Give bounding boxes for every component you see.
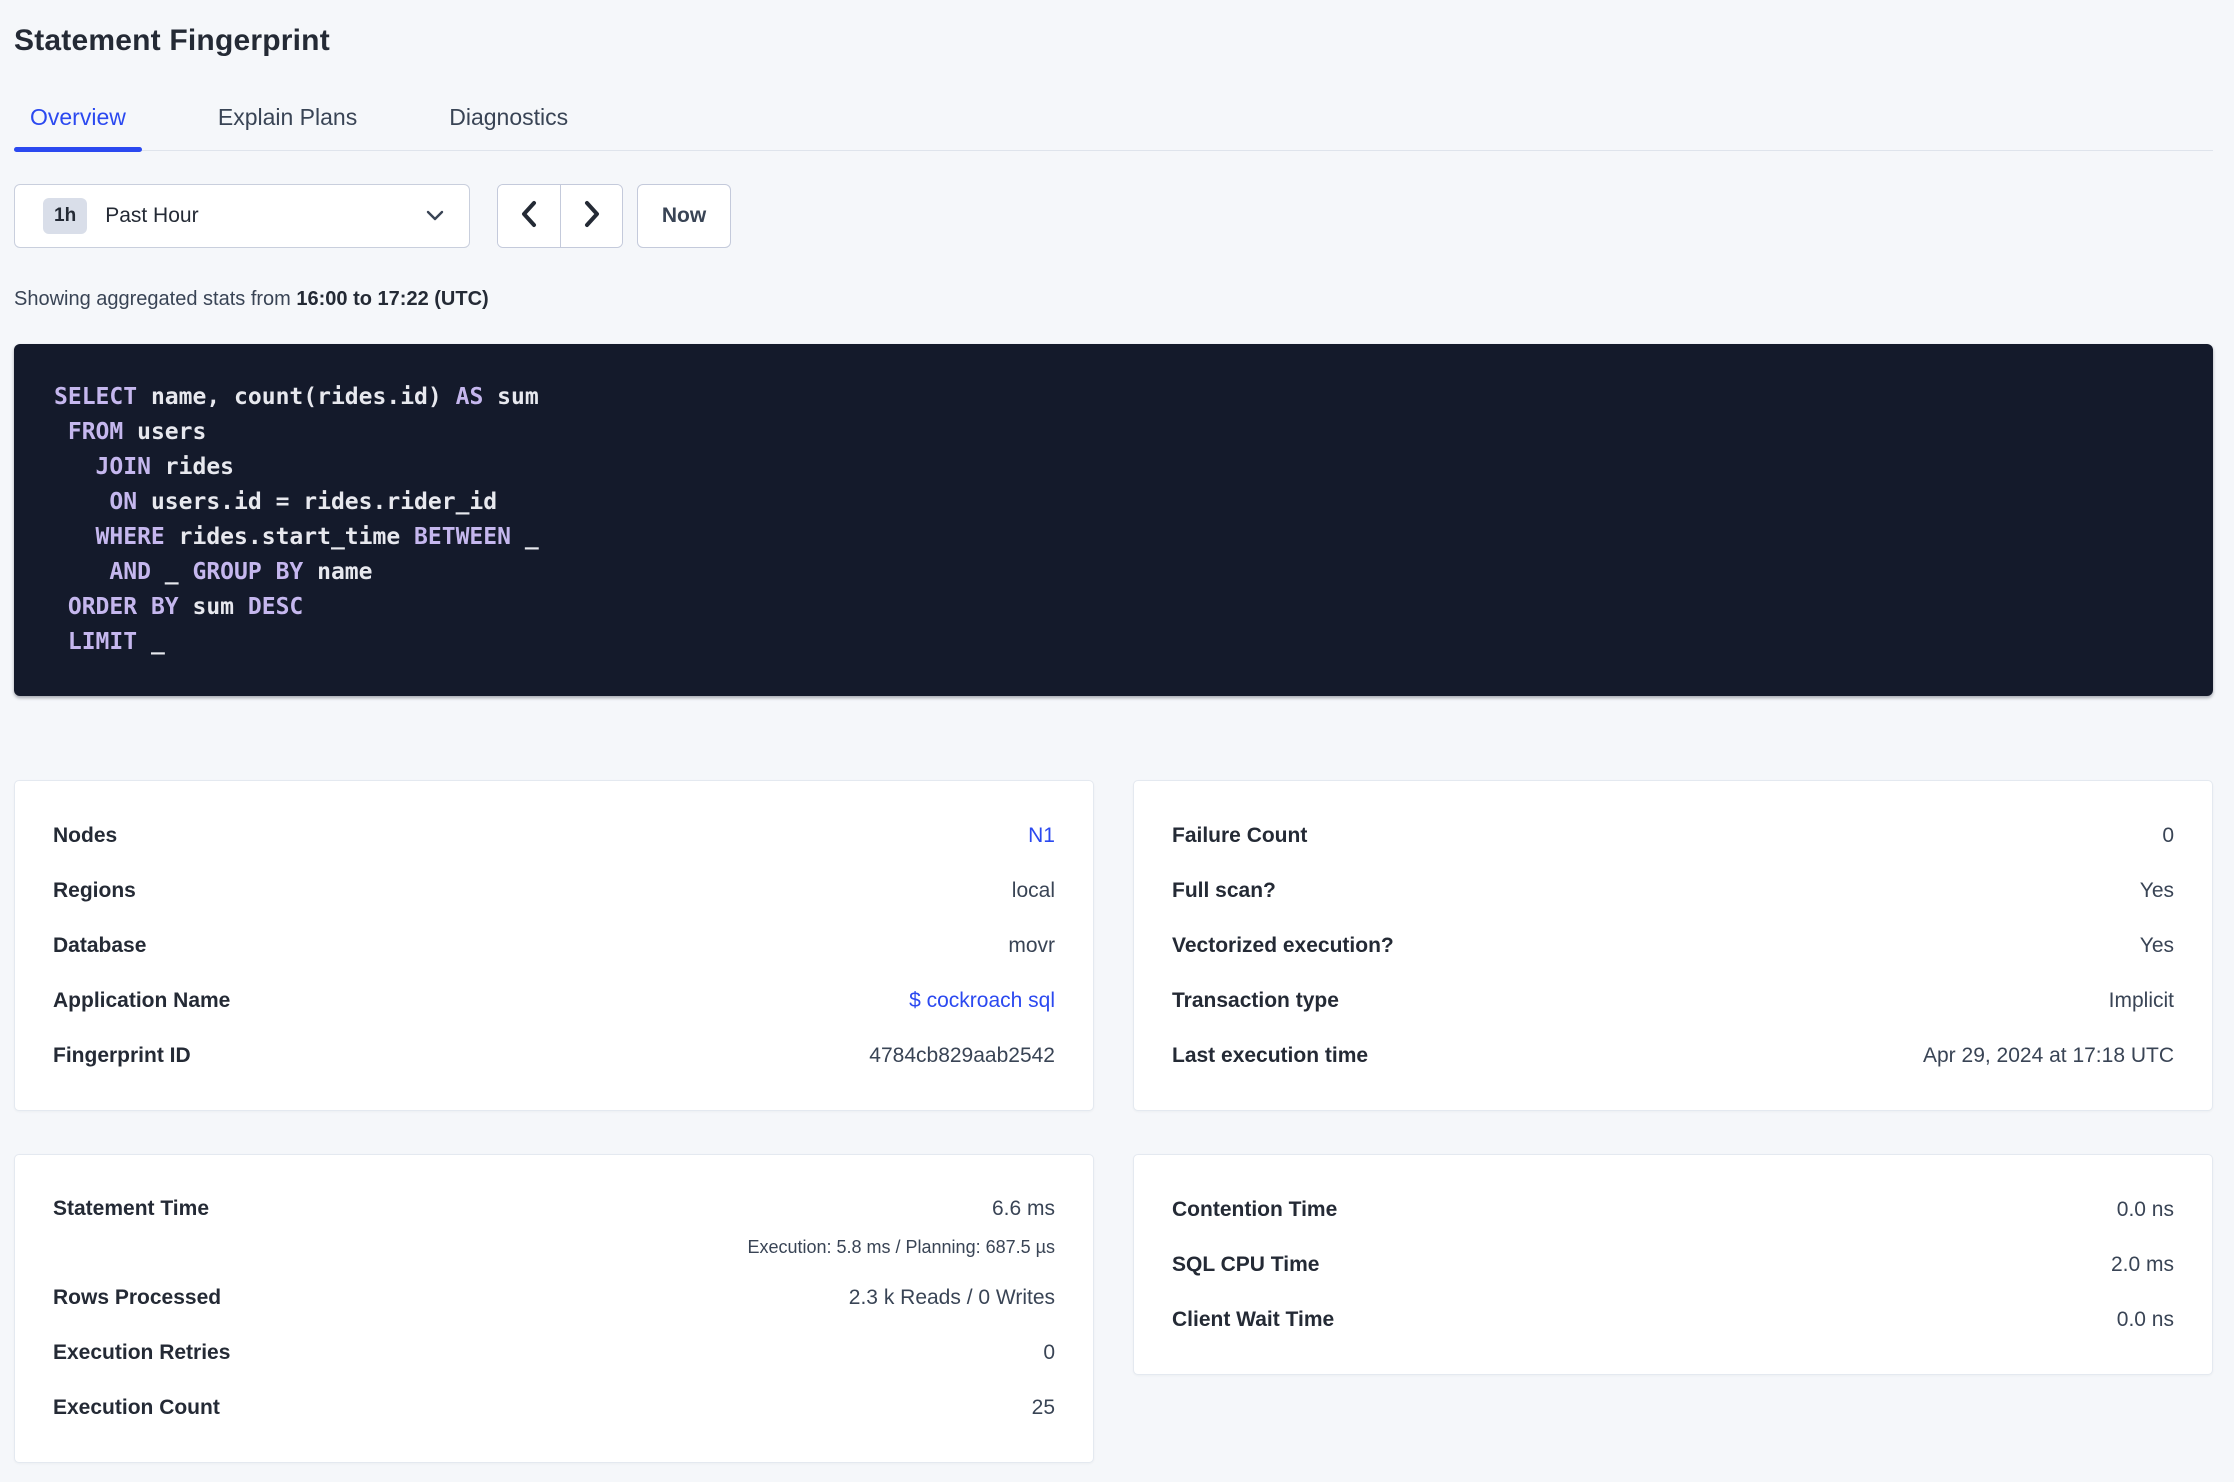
database-row: Database movr xyxy=(53,918,1055,973)
client-wait-time-row: Client Wait Time 0.0 ns xyxy=(1172,1292,2174,1347)
fingerprint-id-value: 4784cb829aab2542 xyxy=(869,1043,1055,1067)
wait-time-card: Contention Time 0.0 ns SQL CPU Time 2.0 … xyxy=(1133,1154,2213,1375)
regions-value: local xyxy=(1011,878,1055,902)
rows-processed-value: 2.3 k Reads / 0 Writes xyxy=(848,1285,1055,1309)
contention-time-label: Contention Time xyxy=(1172,1197,1338,1221)
execution-retries-row: Execution Retries 0 xyxy=(53,1325,1055,1380)
last-execution-time-value: Apr 29, 2024 at 17:18 UTC xyxy=(1923,1043,2174,1067)
full-scan-value: Yes xyxy=(2139,878,2174,902)
application-name-label: Application Name xyxy=(53,988,231,1012)
database-value: movr xyxy=(1008,933,1055,957)
regions-row: Regions local xyxy=(53,863,1055,918)
fingerprint-id-row: Fingerprint ID 4784cb829aab2542 xyxy=(53,1028,1055,1083)
client-wait-time-value: 0.0 ns xyxy=(2116,1307,2174,1331)
sql-cpu-time-row: SQL CPU Time 2.0 ms xyxy=(1172,1237,2174,1292)
statement-time-main-value: 6.6 ms xyxy=(991,1197,1055,1220)
time-range-dropdown[interactable]: 1h Past Hour xyxy=(14,184,470,248)
aggregated-stats-line: Showing aggregated stats from 16:00 to 1… xyxy=(14,288,2213,311)
last-execution-time-label: Last execution time xyxy=(1172,1043,1369,1067)
full-scan-label: Full scan? xyxy=(1172,878,1276,902)
execution-count-row: Execution Count 25 xyxy=(53,1380,1055,1435)
overview-cards-row: Nodes N1 Regions local Database movr App… xyxy=(14,780,2213,1111)
time-range-label: Past Hour xyxy=(105,204,199,227)
tab-overview[interactable]: Overview xyxy=(14,104,142,152)
time-controls: 1h Past Hour Now xyxy=(14,184,2213,248)
chevron-left-icon xyxy=(520,200,538,233)
last-execution-time-row: Last execution time Apr 29, 2024 at 17:1… xyxy=(1172,1028,2174,1083)
timing-cards-row: Statement Time 6.6 ms Execution: 5.8 ms … xyxy=(14,1154,2213,1463)
vectorized-execution-label: Vectorized execution? xyxy=(1172,933,1394,957)
transaction-type-value: Implicit xyxy=(2108,988,2174,1012)
statement-details-card: Nodes N1 Regions local Database movr App… xyxy=(14,780,1094,1111)
tab-overview-label: Overview xyxy=(30,104,126,130)
application-name-row: Application Name $ cockroach sql xyxy=(53,973,1055,1028)
nodes-row: Nodes N1 xyxy=(53,808,1055,863)
now-button[interactable]: Now xyxy=(637,184,731,248)
database-label: Database xyxy=(53,933,147,957)
vectorized-execution-row: Vectorized execution? Yes xyxy=(1172,918,2174,973)
next-time-button[interactable] xyxy=(560,185,622,247)
aggregated-stats-prefix: Showing aggregated stats from xyxy=(14,288,297,310)
statement-time-label: Statement Time xyxy=(53,1197,209,1220)
fingerprint-id-label: Fingerprint ID xyxy=(53,1043,191,1067)
execution-retries-value: 0 xyxy=(1043,1340,1055,1364)
execution-count-value: 25 xyxy=(1031,1395,1055,1419)
failure-count-row: Failure Count 0 xyxy=(1172,808,2174,863)
page-title: Statement Fingerprint xyxy=(14,24,330,57)
regions-label: Regions xyxy=(53,878,136,902)
execution-retries-label: Execution Retries xyxy=(53,1340,231,1364)
sql-cpu-time-value: 2.0 ms xyxy=(2110,1252,2174,1276)
statement-time-breakdown: Execution: 5.8 ms / Planning: 687.5 µs xyxy=(747,1237,1055,1257)
full-scan-row: Full scan? Yes xyxy=(1172,863,2174,918)
tab-diagnostics-label: Diagnostics xyxy=(449,104,569,130)
tab-explain-plans-label: Explain Plans xyxy=(217,104,358,130)
statement-time-card: Statement Time 6.6 ms Execution: 5.8 ms … xyxy=(14,1154,1094,1463)
chevron-right-icon xyxy=(583,200,601,233)
sql-cpu-time-label: SQL CPU Time xyxy=(1172,1252,1320,1276)
rows-processed-row: Rows Processed 2.3 k Reads / 0 Writes xyxy=(53,1270,1055,1325)
sql-statement: SELECT name, count(rides.id) AS sum FROM… xyxy=(14,344,2213,696)
tab-bar: Overview Explain Plans Diagnostics xyxy=(14,104,2213,152)
aggregated-stats-range: 16:00 to 17:22 (UTC) xyxy=(296,288,489,310)
application-name-link[interactable]: $ cockroach sql xyxy=(909,989,1055,1013)
tab-diagnostics[interactable]: Diagnostics xyxy=(433,104,584,150)
transaction-type-label: Transaction type xyxy=(1172,988,1339,1012)
prev-time-button[interactable] xyxy=(498,185,560,247)
client-wait-time-label: Client Wait Time xyxy=(1172,1307,1335,1331)
statement-time-row: Statement Time 6.6 ms Execution: 5.8 ms … xyxy=(53,1182,1055,1270)
vectorized-execution-value: Yes xyxy=(2139,933,2174,957)
now-button-label: Now xyxy=(661,204,707,227)
contention-time-value: 0.0 ns xyxy=(2116,1197,2174,1221)
rows-processed-label: Rows Processed xyxy=(53,1285,222,1309)
time-step-group xyxy=(497,184,623,248)
execution-attributes-card: Failure Count 0 Full scan? Yes Vectorize… xyxy=(1133,780,2213,1111)
chevron-down-icon xyxy=(425,209,445,223)
active-tab-underline xyxy=(14,147,142,152)
nodes-label: Nodes xyxy=(53,823,118,847)
transaction-type-row: Transaction type Implicit xyxy=(1172,973,2174,1028)
tab-explain-plans[interactable]: Explain Plans xyxy=(202,104,373,150)
contention-time-row: Contention Time 0.0 ns xyxy=(1172,1182,2174,1237)
failure-count-label: Failure Count xyxy=(1172,823,1308,847)
statement-time-value: 6.6 ms Execution: 5.8 ms / Planning: 687… xyxy=(747,1184,1055,1260)
failure-count-value: 0 xyxy=(2162,823,2174,847)
nodes-value-link[interactable]: N1 xyxy=(1028,824,1055,848)
execution-count-label: Execution Count xyxy=(53,1395,220,1419)
time-range-badge: 1h xyxy=(43,198,88,234)
